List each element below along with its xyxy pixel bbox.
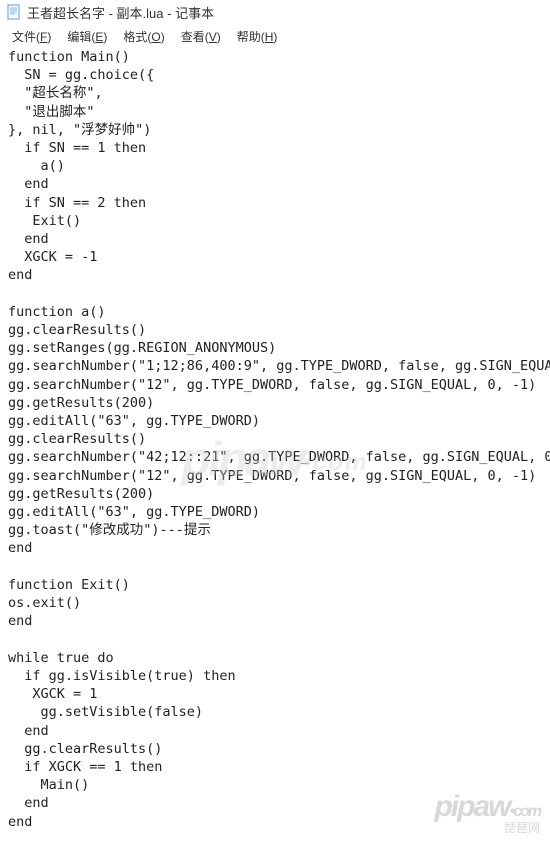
menu-view[interactable]: 查看(V) xyxy=(173,26,229,44)
text-editor[interactable]: function Main() SN = gg.choice({ "超长名称",… xyxy=(0,46,550,833)
menu-format[interactable]: 格式(O) xyxy=(115,26,172,44)
window-title: 王者超长名字 - 副本.lua - 记事本 xyxy=(27,3,214,22)
menu-file[interactable]: 文件(F) xyxy=(4,26,59,44)
menu-edit[interactable]: 编辑(E) xyxy=(59,26,115,44)
menu-bar: 文件(F) 编辑(E) 格式(O) 查看(V) 帮助(H) xyxy=(0,24,550,46)
notepad-icon xyxy=(6,4,22,20)
menu-help[interactable]: 帮助(H) xyxy=(229,26,286,44)
title-bar: 王者超长名字 - 副本.lua - 记事本 xyxy=(0,0,550,24)
